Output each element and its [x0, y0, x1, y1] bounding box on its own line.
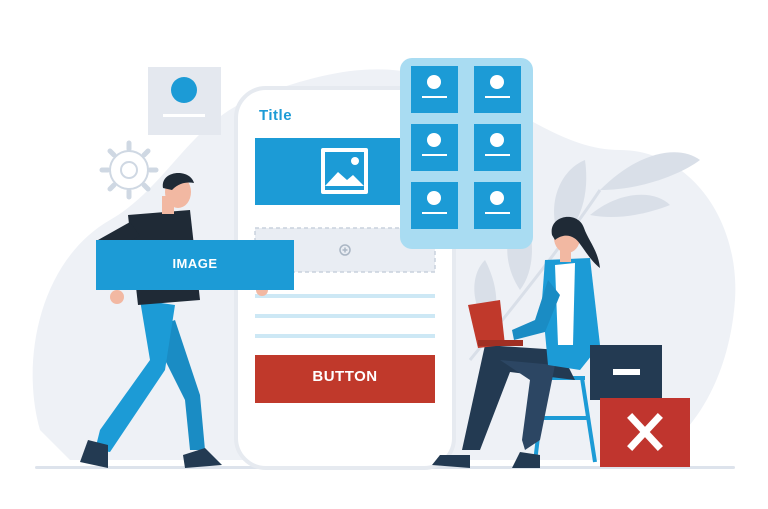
mockup-title: Title — [259, 107, 293, 124]
close-box — [600, 398, 690, 467]
minus-icon — [613, 369, 640, 375]
illustration-canvas — [32, 58, 736, 470]
illustration-scene: Title IMAGE BUTTON — [0, 0, 768, 509]
card-grid-panel — [400, 58, 533, 249]
profile-card-icon — [148, 67, 221, 135]
gear-icon — [99, 140, 159, 200]
image-placeholder-icon — [321, 148, 368, 194]
minus-box — [590, 345, 662, 400]
mockup-button-label: BUTTON — [312, 368, 378, 385]
image-bar-label: IMAGE — [172, 256, 218, 271]
